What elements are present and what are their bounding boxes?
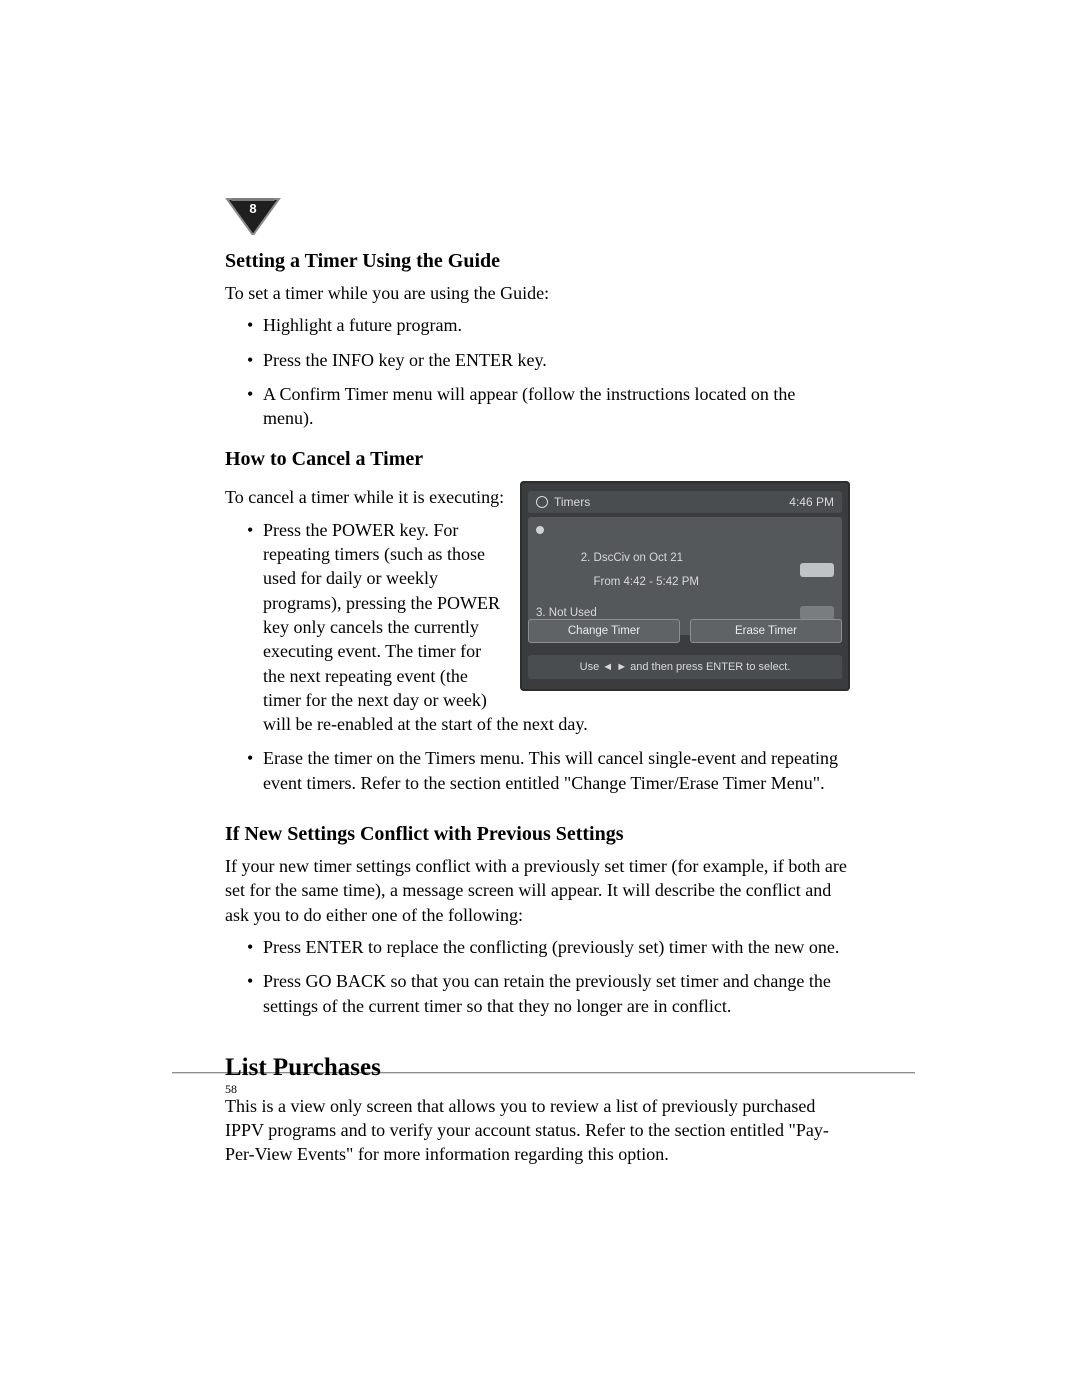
bullets-cancel-timer: Press the POWER key. For repeating timer… [225, 518, 850, 795]
clock-icon [536, 496, 548, 508]
list-item: Erase the timer on the Timers menu. This… [247, 746, 850, 795]
chapter-marker-triangle: 8 [225, 195, 281, 235]
list-item: A Confirm Timer menu will appear (follow… [247, 382, 850, 431]
list-item: Press the INFO key or the ENTER key. [247, 348, 850, 372]
screenshot-title: Timers [554, 495, 590, 509]
heading-list-purchases: List Purchases [225, 1054, 850, 1082]
list-item: Press the POWER key. For repeating timer… [247, 518, 850, 737]
cancel-timer-block: Timers 4:46 PM 2. DscCiv on Oct 21 From … [225, 479, 850, 805]
footer-rule [172, 1072, 915, 1074]
list-item: Press GO BACK so that you can retain the… [247, 969, 850, 1018]
intro-conflict: If your new timer settings conflict with… [225, 854, 850, 927]
list-item: Press ENTER to replace the conflicting (… [247, 935, 850, 959]
manual-page: 8 Setting a Timer Using the Guide To set… [0, 0, 1080, 1397]
bullets-conflict: Press ENTER to replace the conflicting (… [225, 935, 850, 1018]
page-number: 58 [225, 1082, 237, 1097]
screenshot-time: 4:46 PM [789, 495, 834, 509]
page-content: Setting a Timer Using the Guide To set a… [225, 250, 850, 1167]
body-list-purchases: This is a view only screen that allows y… [225, 1094, 850, 1167]
heading-cancel-timer: How to Cancel a Timer [225, 448, 850, 471]
screenshot-header: Timers 4:46 PM [528, 491, 842, 513]
heading-setting-timer: Setting a Timer Using the Guide [225, 250, 850, 273]
heading-conflict: If New Settings Conflict with Previous S… [225, 823, 850, 846]
list-item: Highlight a future program. [247, 313, 850, 337]
intro-setting-timer: To set a timer while you are using the G… [225, 281, 850, 305]
chapter-number: 8 [249, 201, 256, 216]
bullets-setting-timer: Highlight a future program. Press the IN… [225, 313, 850, 430]
